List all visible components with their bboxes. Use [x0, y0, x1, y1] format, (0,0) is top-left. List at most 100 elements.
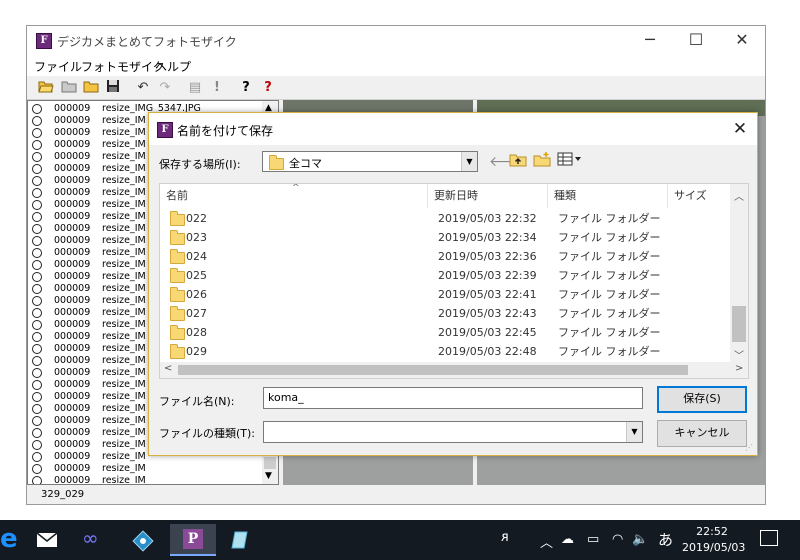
folder-row[interactable]: 028 2019/05/03 22:45 ファイル フォルダー: [160, 323, 730, 342]
resize-grip-icon[interactable]: ⋰: [745, 443, 753, 452]
menu-help[interactable]: ヘルプ: [155, 58, 191, 75]
radio-button[interactable]: [32, 152, 42, 162]
cloud-icon[interactable]: ☁: [561, 532, 574, 547]
chevron-down-icon[interactable]: ▼: [626, 422, 642, 442]
scroll-down-icon[interactable]: ▼: [265, 471, 272, 481]
radio-button[interactable]: [32, 380, 42, 390]
radio-button[interactable]: [32, 404, 42, 414]
people-icon[interactable]: ᴙ: [501, 530, 509, 545]
folder-row[interactable]: 029 2019/05/03 22:48 ファイル フォルダー: [160, 342, 730, 361]
radio-button[interactable]: [32, 368, 42, 378]
radio-button[interactable]: [32, 128, 42, 138]
horizontal-scroll-thumb[interactable]: [178, 365, 688, 375]
help-icon[interactable]: ?: [237, 79, 255, 97]
radio-button[interactable]: [32, 356, 42, 366]
chevron-up-icon[interactable]: ︿: [540, 532, 553, 551]
new-folder-icon[interactable]: [533, 151, 551, 170]
notification-icon[interactable]: [760, 530, 778, 546]
dialog-close-button[interactable]: ✕: [727, 117, 753, 141]
menu-file[interactable]: ファイル: [34, 58, 82, 75]
taskbar-mail[interactable]: [24, 524, 70, 556]
radio-button[interactable]: [32, 176, 42, 186]
undo-icon[interactable]: ↶: [134, 79, 152, 97]
list-item[interactable]: 000009 resize_IM: [28, 463, 262, 475]
clock[interactable]: 22:52 2019/05/03: [682, 524, 745, 556]
radio-button[interactable]: [32, 200, 42, 210]
scroll-up-icon[interactable]: ︿: [734, 188, 744, 203]
radio-button[interactable]: [32, 452, 42, 462]
exclamation-icon[interactable]: !: [208, 79, 226, 97]
radio-button[interactable]: [32, 440, 42, 450]
file-list[interactable]: 名前 ^ 更新日時 種類 サイズ 022 2019/05/03 22:32 ファイル…: [159, 183, 749, 379]
radio-button[interactable]: [32, 320, 42, 330]
folder-row[interactable]: 026 2019/05/03 22:41 ファイル フォルダー: [160, 285, 730, 304]
volume-icon[interactable]: 🔈: [632, 532, 648, 547]
view-menu-icon[interactable]: [557, 151, 583, 170]
radio-button[interactable]: [32, 416, 42, 426]
radio-button[interactable]: [32, 428, 42, 438]
battery-icon[interactable]: ▭: [587, 532, 599, 547]
taskbar-app-infinity[interactable]: ∞: [72, 524, 118, 556]
save-button[interactable]: 保存(S): [657, 386, 747, 413]
radio-button[interactable]: [32, 212, 42, 222]
filetype-select[interactable]: ▼: [263, 421, 643, 443]
radio-button[interactable]: [32, 332, 42, 342]
radio-button[interactable]: [32, 140, 42, 150]
file-list-horizontal-scrollbar[interactable]: < >: [160, 362, 748, 378]
radio-button[interactable]: [32, 308, 42, 318]
menu-photomosaic[interactable]: フォトモザイク: [81, 58, 165, 75]
folder-row[interactable]: 025 2019/05/03 22:39 ファイル フォルダー: [160, 266, 730, 285]
wifi-icon[interactable]: ◠: [612, 532, 623, 547]
radio-button[interactable]: [32, 476, 42, 484]
column-header-type[interactable]: 種類: [548, 184, 668, 208]
folder-row[interactable]: 024 2019/05/03 22:36 ファイル フォルダー: [160, 247, 730, 266]
file-list-vertical-scrollbar[interactable]: ︿ ﹀: [730, 184, 748, 362]
column-header-date[interactable]: 更新日時: [428, 184, 548, 208]
scroll-thumb[interactable]: [732, 306, 746, 342]
folder-row[interactable]: 023 2019/05/03 22:34 ファイル フォルダー: [160, 228, 730, 247]
list-icon[interactable]: ▤: [186, 79, 204, 97]
scroll-thumb[interactable]: [264, 457, 276, 469]
maximize-button[interactable]: ☐: [673, 26, 719, 56]
taskbar-notes[interactable]: [218, 524, 264, 556]
minimize-button[interactable]: ─: [627, 26, 673, 56]
chevron-down-icon[interactable]: ▼: [461, 152, 477, 171]
radio-button[interactable]: [32, 104, 42, 114]
radio-button[interactable]: [32, 236, 42, 246]
folder-row[interactable]: 022 2019/05/03 22:32 ファイル フォルダー: [160, 209, 730, 228]
close-button[interactable]: ✕: [719, 26, 765, 56]
filename-field[interactable]: koma_: [263, 387, 643, 409]
up-folder-icon[interactable]: [509, 151, 527, 170]
edge-icon[interactable]: e: [0, 524, 18, 554]
list-item[interactable]: 000009 resize_IM: [28, 475, 262, 484]
taskbar-photomosaic-app[interactable]: P: [170, 524, 216, 556]
column-header-size[interactable]: サイズ: [668, 184, 730, 208]
column-header-name[interactable]: 名前 ^: [160, 184, 428, 208]
redo-icon[interactable]: ↷: [156, 79, 174, 97]
scroll-right-icon[interactable]: >: [735, 363, 743, 374]
dialog-title-bar[interactable]: F 名前を付けて保存 ✕: [149, 113, 757, 145]
taskbar-app-diamond[interactable]: [120, 524, 166, 556]
save-icon[interactable]: [104, 79, 122, 97]
context-help-icon[interactable]: ?: [259, 79, 277, 97]
radio-button[interactable]: [32, 224, 42, 234]
radio-button[interactable]: [32, 284, 42, 294]
scroll-left-icon[interactable]: <: [164, 363, 172, 374]
radio-button[interactable]: [32, 248, 42, 258]
radio-button[interactable]: [32, 188, 42, 198]
radio-button[interactable]: [32, 272, 42, 282]
radio-button[interactable]: [32, 464, 42, 474]
ime-indicator[interactable]: あ: [658, 529, 673, 550]
radio-button[interactable]: [32, 260, 42, 270]
radio-button[interactable]: [32, 116, 42, 126]
radio-button[interactable]: [32, 392, 42, 402]
cancel-button[interactable]: キャンセル: [657, 420, 747, 447]
radio-button[interactable]: [32, 296, 42, 306]
scroll-down-icon[interactable]: ﹀: [734, 347, 744, 362]
main-title-bar[interactable]: F デジカメまとめてフォトモザイク ─ ☐ ✕: [27, 26, 765, 56]
location-combo[interactable]: 全コマ ▼: [262, 151, 478, 172]
folder-icon[interactable]: [82, 79, 100, 97]
radio-button[interactable]: [32, 164, 42, 174]
new-folder-icon[interactable]: [60, 79, 78, 97]
folder-row[interactable]: 027 2019/05/03 22:43 ファイル フォルダー: [160, 304, 730, 323]
